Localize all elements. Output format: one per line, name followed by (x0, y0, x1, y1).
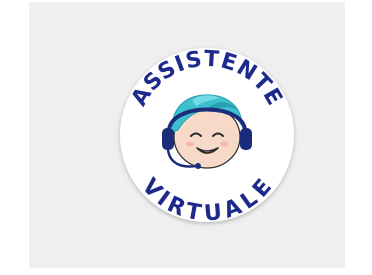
virtual-assistant-badge: ASSISTENTE VIRTUALE (120, 47, 294, 227)
virtual-assistant-button[interactable]: ASSISTENTE VIRTUALE (112, 40, 302, 230)
